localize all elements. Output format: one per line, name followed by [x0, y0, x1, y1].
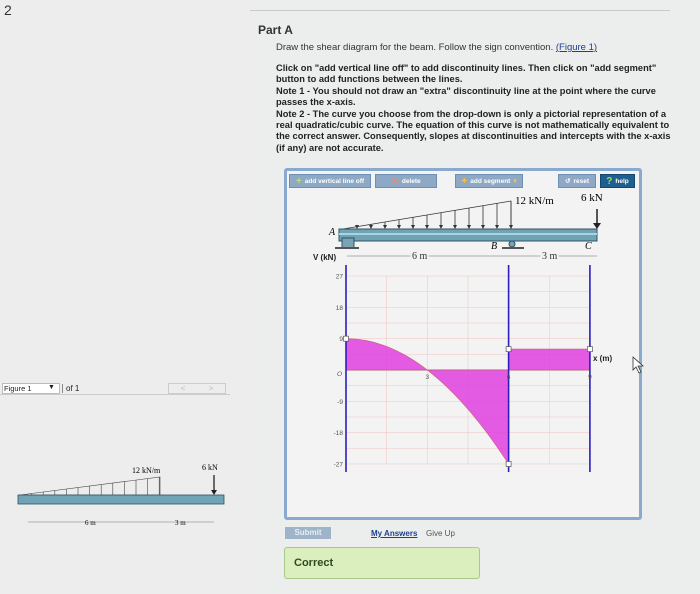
question-number: 2	[4, 2, 12, 18]
segment-handle	[505, 461, 512, 467]
figure-beam-image: 12 kN/m 6 kN 6 m 3 m	[17, 463, 225, 527]
part-title: Part A	[258, 23, 293, 37]
segment-handle	[587, 346, 593, 352]
instruction-2: Note 1 - You should not draw an "extra" …	[276, 85, 656, 108]
instruction-1: Click on "add vertical line off" to add …	[276, 63, 657, 85]
shear-diagram-tool: + add vertical line off ✕ delete + add segm…	[284, 168, 642, 520]
x-tick-label: 9	[588, 374, 592, 381]
y-tick-label: -9	[337, 399, 343, 406]
feedback-correct: Correct	[284, 547, 480, 579]
figure-nav: < >	[168, 383, 226, 394]
x-tick-label: 6	[507, 374, 511, 381]
intro-text: Draw the shear diagram for the beam. Fol…	[276, 42, 597, 53]
figure-point-load-label: 6 kN	[202, 463, 218, 472]
give-up-link[interactable]: Give Up	[426, 529, 455, 538]
y-tick-label: -18	[334, 430, 344, 437]
y-tick-label: 18	[336, 305, 344, 312]
figure-span-ab: 6 m	[85, 519, 96, 527]
segment-handle	[505, 346, 512, 352]
y-tick-label: 27	[336, 274, 344, 281]
instruction-3: Note 2 - The curve you choose from the d…	[276, 108, 671, 153]
shear-segment-fill	[508, 348, 591, 371]
y-axis-label: V (kN)	[313, 253, 337, 262]
figure-count: of 1	[62, 384, 79, 393]
prev-figure-button[interactable]: <	[181, 384, 186, 393]
chevron-down-icon: ▼	[48, 384, 55, 391]
intro-sentence: Draw the shear diagram for the beam. Fol…	[276, 42, 554, 53]
submit-button[interactable]: Submit	[285, 527, 331, 539]
figure-link[interactable]: (Figure 1)	[556, 42, 597, 53]
my-answers-link[interactable]: My Answers	[371, 529, 417, 538]
y-tick-label: 9	[339, 336, 343, 343]
y-tick-label: -27	[334, 461, 344, 468]
shear-plot[interactable]: 27 18 9 -9 -18 -27 3 6 9 O	[287, 171, 639, 517]
figure-load-label: 12 kN/m	[132, 466, 161, 475]
divider	[250, 10, 670, 11]
origin-label: O	[337, 371, 342, 378]
instructions: Click on "add vertical line off" to add …	[276, 63, 671, 154]
segment-handle	[343, 335, 349, 342]
mouse-cursor-icon	[632, 356, 645, 374]
x-axis-label: x (m)	[593, 354, 613, 363]
figure-span-bc: 3 m	[175, 519, 186, 527]
x-tick-label: 3	[425, 374, 429, 381]
next-figure-button[interactable]: >	[209, 384, 214, 393]
